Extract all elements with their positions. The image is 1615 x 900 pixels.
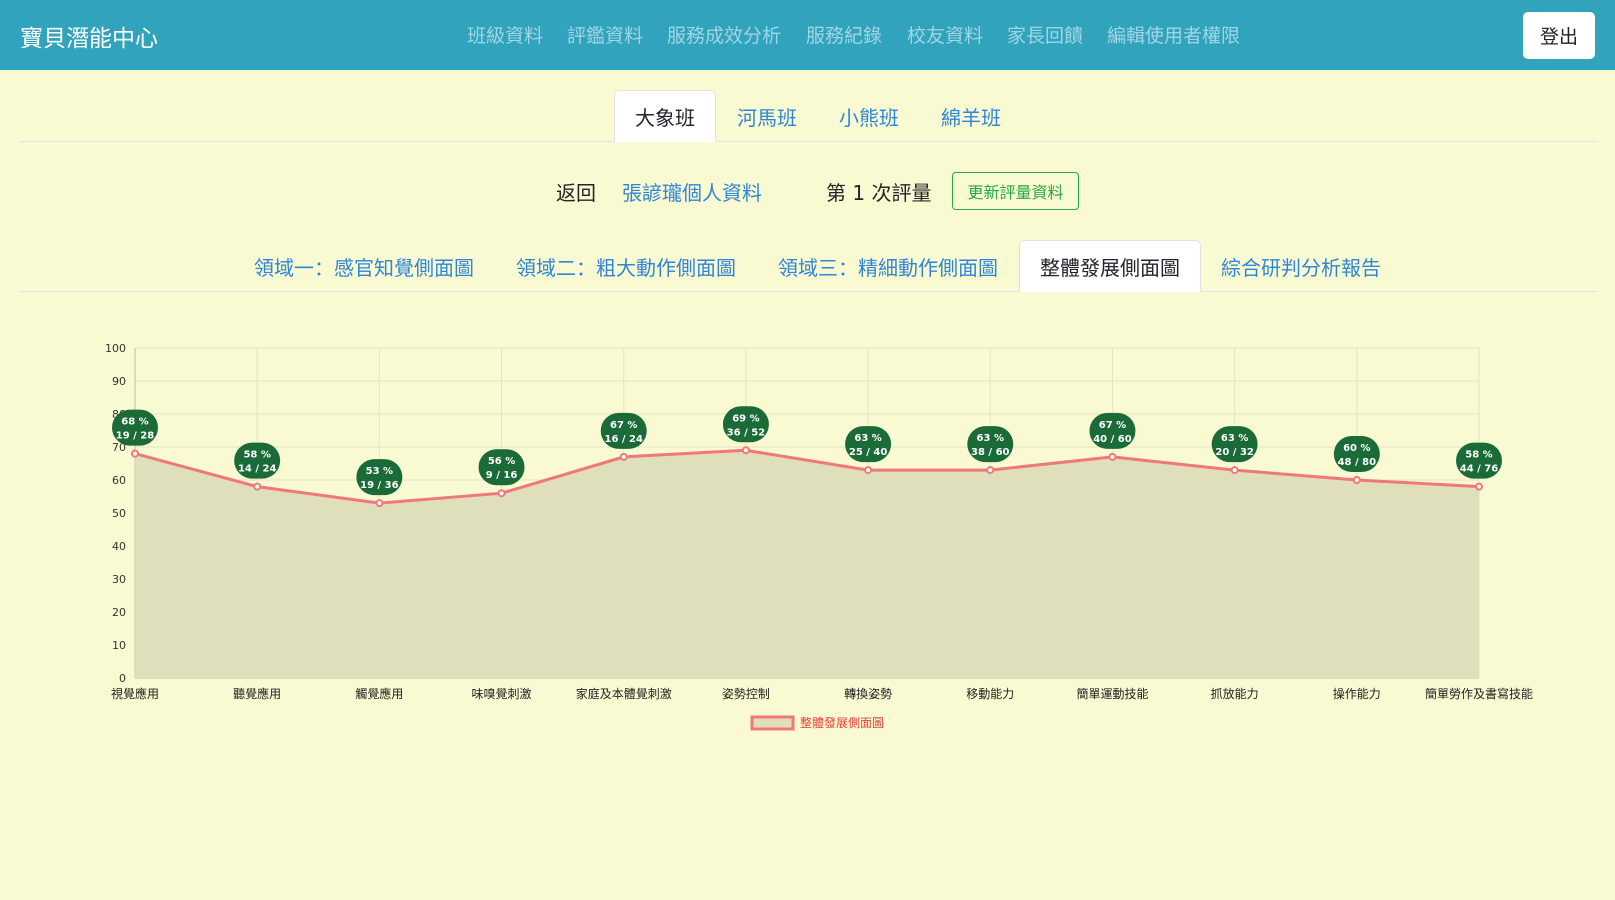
data-label-fraction: 16 / 24 <box>605 434 643 445</box>
data-point[interactable] <box>1352 476 1361 484</box>
x-tick-label: 簡單勞作及書寫技能 <box>1425 686 1533 701</box>
data-point[interactable] <box>253 482 262 491</box>
tab-class-bear[interactable]: 小熊班 <box>818 90 920 142</box>
nav-link-edit-permissions[interactable]: 編輯使用者權限 <box>1107 21 1240 48</box>
data-label-percent: 68 % <box>121 417 148 428</box>
data-label-fraction: 19 / 36 <box>360 480 398 491</box>
x-tick-label: 姿勢控制 <box>722 686 770 701</box>
data-label-fraction: 19 / 28 <box>116 431 154 442</box>
data-label-fraction: 14 / 24 <box>238 464 276 475</box>
y-tick-label: 30 <box>112 573 126 586</box>
data-point[interactable] <box>619 452 628 461</box>
nav-link-evaluation-data[interactable]: 評鑑資料 <box>567 21 643 48</box>
x-tick-label: 抓放能力 <box>1211 686 1259 701</box>
data-label-fraction: 48 / 80 <box>1338 457 1376 468</box>
nav-link-class-data[interactable]: 班級資料 <box>467 21 543 48</box>
nav-link-service-analysis[interactable]: 服務成效分析 <box>667 21 781 48</box>
data-label-percent: 67 % <box>610 420 637 431</box>
data-label-fraction: 9 / 16 <box>486 470 518 481</box>
data-point[interactable] <box>1230 466 1239 475</box>
top-navbar: 寶貝潛能中心 班級資料 評鑑資料 服務成效分析 服務紀錄 校友資料 家長回饋 編… <box>0 0 1615 70</box>
tab-class-hippo[interactable]: 河馬班 <box>716 90 818 142</box>
x-tick-label: 操作能力 <box>1333 686 1381 701</box>
data-point[interactable] <box>1475 482 1483 491</box>
x-tick-label: 簡單運動技能 <box>1076 686 1148 701</box>
tab-comprehensive-report[interactable]: 綜合研判分析報告 <box>1201 240 1401 292</box>
data-point[interactable] <box>375 499 384 508</box>
data-point[interactable] <box>1108 452 1117 461</box>
legend-swatch[interactable] <box>750 715 795 731</box>
overall-development-chart: 0102030405060708090100視覺應用聽覺應用觸覺應用味嗅覺刺激家… <box>105 342 1533 731</box>
data-label-fraction: 25 / 40 <box>849 447 887 458</box>
data-label-percent: 63 % <box>854 433 881 444</box>
brand-title[interactable]: 寶貝潛能中心 <box>20 19 158 53</box>
y-tick-label: 60 <box>112 474 126 487</box>
data-label-percent: 53 % <box>366 466 393 477</box>
tab-overall-development[interactable]: 整體發展側面圖 <box>1019 240 1201 292</box>
data-point[interactable] <box>741 446 750 455</box>
data-label-percent: 69 % <box>732 413 759 424</box>
assessment-number: 第 1 次評量 <box>826 181 932 205</box>
y-tick-label: 0 <box>119 672 126 685</box>
tab-class-sheep[interactable]: 綿羊班 <box>920 90 1022 142</box>
x-tick-label: 視覺應用 <box>111 686 159 701</box>
data-label-percent: 58 % <box>1465 450 1492 461</box>
x-tick-label: 移動能力 <box>966 687 1014 701</box>
tab-class-elephant[interactable]: 大象班 <box>614 90 716 142</box>
y-tick-label: 100 <box>105 342 126 355</box>
back-link[interactable]: 返回 <box>556 177 596 206</box>
nav-link-service-records[interactable]: 服務紀錄 <box>806 21 882 48</box>
y-tick-label: 40 <box>112 540 126 553</box>
y-tick-label: 10 <box>112 639 126 652</box>
y-tick-label: 20 <box>112 606 126 619</box>
logout-button[interactable]: 登出 <box>1523 12 1595 59</box>
data-label-fraction: 20 / 32 <box>1215 447 1253 458</box>
x-tick-label: 家庭及本體覺刺激 <box>576 686 672 701</box>
data-label-fraction: 40 / 60 <box>1093 434 1131 445</box>
data-point[interactable] <box>864 466 873 475</box>
data-label-percent: 60 % <box>1343 443 1370 454</box>
update-assessment-button[interactable]: 更新評量資料 <box>952 172 1079 210</box>
nav-link-parent-feedback[interactable]: 家長回饋 <box>1007 21 1083 48</box>
y-tick-label: 50 <box>112 507 126 520</box>
y-tick-label: 90 <box>112 375 126 388</box>
student-profile-link[interactable]: 張諺瓏個人資料 <box>622 177 762 206</box>
x-tick-label: 聽覺應用 <box>233 686 281 701</box>
data-label-percent: 63 % <box>1221 433 1248 444</box>
series-area <box>135 450 1479 678</box>
x-tick-label: 轉換姿勢 <box>844 686 892 701</box>
tab-domain-gross-motor[interactable]: 領域二：粗大動作側面圖 <box>506 240 746 292</box>
data-label-percent: 56 % <box>488 456 515 467</box>
tab-domain-sensory[interactable]: 領域一：感官知覺側面圖 <box>244 240 484 292</box>
tab-domain-fine-motor[interactable]: 領域三：精細動作側面圖 <box>768 240 1008 292</box>
data-point[interactable] <box>131 449 139 458</box>
data-point[interactable] <box>497 489 506 498</box>
x-tick-label: 味嗅覺刺激 <box>472 687 532 701</box>
data-label-percent: 58 % <box>243 450 270 461</box>
legend-label[interactable]: 整體發展側面圖 <box>800 715 884 730</box>
nav-link-alumni-data[interactable]: 校友資料 <box>907 21 983 48</box>
data-label-percent: 67 % <box>1099 420 1126 431</box>
data-label-percent: 63 % <box>977 433 1004 444</box>
data-label-fraction: 38 / 60 <box>971 447 1009 458</box>
data-label-fraction: 36 / 52 <box>727 427 765 438</box>
data-point[interactable] <box>986 466 995 475</box>
data-label-fraction: 44 / 76 <box>1460 464 1498 475</box>
x-tick-label: 觸覺應用 <box>355 686 403 701</box>
